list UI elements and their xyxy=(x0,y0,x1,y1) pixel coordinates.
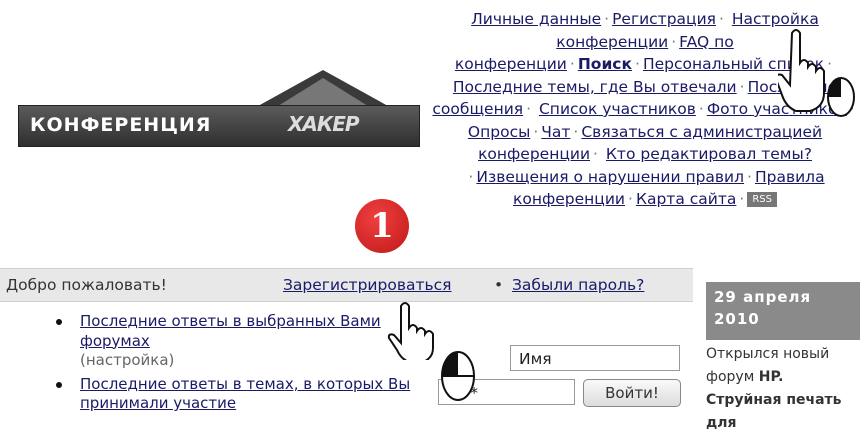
nav-register[interactable]: Регистрация xyxy=(612,10,716,28)
nav-violations[interactable]: Извещения о нарушении правил xyxy=(476,168,744,186)
banner-title: КОНФЕРЕНЦИЯ xyxy=(30,114,212,136)
welcome-bar: Добро пожаловать! Зарегистрироваться • З… xyxy=(0,268,693,302)
banner-brand-logo: ХАКЕР xyxy=(288,112,360,136)
register-link[interactable]: Зарегистрироваться xyxy=(283,276,451,294)
nav-members[interactable]: Список участников xyxy=(539,100,696,118)
site-banner[interactable]: КОНФЕРЕНЦИЯ ХАКЕР xyxy=(18,70,420,150)
separator-bullet: • xyxy=(494,276,504,294)
username-field[interactable]: Имя xyxy=(510,345,680,371)
forgot-password-link[interactable]: Забыли пароль? xyxy=(512,276,644,294)
news-date: 29 апреля 2010 xyxy=(706,282,860,340)
last-replies-forums-link[interactable]: Последние ответы в выбранных Вами форума… xyxy=(80,312,381,350)
nav-chat[interactable]: Чат xyxy=(541,123,570,141)
list-item: Последние ответы в темах, в которых Вы п… xyxy=(52,375,412,414)
step-badge: 1 xyxy=(355,199,409,253)
welcome-text: Добро пожаловать! xyxy=(6,276,167,294)
settings-note[interactable]: (настройка) xyxy=(80,351,412,371)
rss-icon[interactable]: RSS xyxy=(747,192,777,207)
nav-polls[interactable]: Опросы xyxy=(468,123,530,141)
list-item: Последние ответы в выбранных Вами форума… xyxy=(52,312,412,371)
nav-who-edited[interactable]: Кто редактировал темы? xyxy=(606,145,812,163)
quick-links-list: Последние ответы в выбранных Вами форума… xyxy=(52,312,412,418)
list-bullet xyxy=(56,319,62,325)
list-bullet xyxy=(56,381,62,388)
hand-cursor-icon xyxy=(778,29,855,117)
nav-search[interactable]: Поиск xyxy=(578,55,632,73)
nav-last-topics[interactable]: Последние темы, где Вы отвечали xyxy=(453,78,737,96)
nav-sitemap[interactable]: Карта сайта xyxy=(636,190,736,208)
nav-personal[interactable]: Личные данные xyxy=(471,10,601,28)
news-text[interactable]: Открылся новый форум HP. Струйная печать… xyxy=(706,343,860,435)
mouse-icon xyxy=(441,351,475,401)
login-button[interactable]: Войти! xyxy=(583,379,681,407)
news-column: 29 апреля 2010 Открылся новый форум HP. … xyxy=(701,268,860,445)
last-replies-topics-link[interactable]: Последние ответы в темах, в которых Вы п… xyxy=(80,375,410,413)
